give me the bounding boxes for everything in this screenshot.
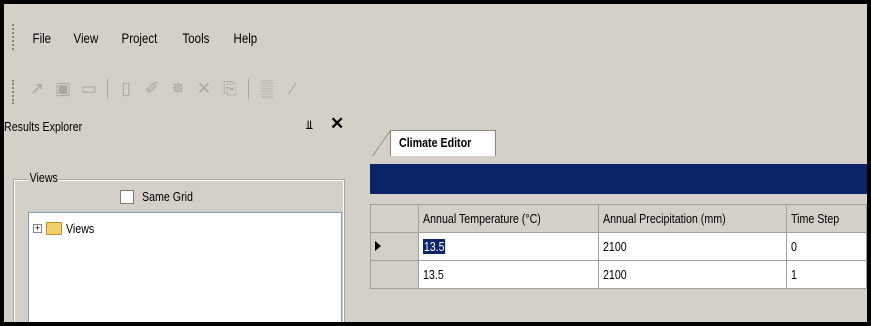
menu-items: File View Project Tools Help: [26, 30, 274, 46]
table-row[interactable]: 13.5 2100 1: [370, 260, 867, 289]
table-cell[interactable]: 2100: [598, 232, 787, 261]
tree-item-views[interactable]: + Views: [33, 221, 100, 236]
expand-icon[interactable]: +: [33, 224, 42, 233]
toolbar-separator: [107, 79, 108, 99]
table-cell[interactable]: 0: [786, 232, 867, 261]
column-header[interactable]: Annual Precipitation (mm): [598, 204, 787, 233]
header-row: Annual Temperature (°C) Annual Precipita…: [370, 204, 867, 233]
pin-icon[interactable]: ⫫: [306, 118, 313, 133]
delete-icon[interactable]: ✕: [193, 78, 215, 100]
save-icon[interactable]: ▣: [52, 78, 74, 100]
tab-label: Climate Editor: [399, 135, 472, 150]
current-row-icon: [375, 241, 381, 251]
same-grid-checkbox[interactable]: [120, 190, 134, 204]
folder-icon[interactable]: ▭: [78, 78, 100, 100]
menu-tools[interactable]: Tools: [176, 30, 218, 46]
folder-icon: [46, 222, 62, 235]
menu-file[interactable]: File: [26, 30, 59, 46]
table-cell[interactable]: 13.5: [418, 260, 599, 289]
menu-grip[interactable]: [12, 24, 15, 50]
panel-title: Results Explorer: [4, 119, 83, 134]
tree-item-label: Views: [66, 221, 95, 236]
views-group-label: Views: [28, 170, 60, 185]
editor-panel: Climate Editor Annual Temperature (°C) A…: [362, 114, 867, 322]
menu-view[interactable]: View: [67, 30, 106, 46]
copy-icon[interactable]: ⎘: [219, 78, 241, 100]
row-header[interactable]: [370, 260, 419, 289]
column-header[interactable]: Annual Temperature (°C): [418, 204, 599, 233]
app-window: File View Project Tools Help ↗ ▣ ▭ ▯ ✐ ✵…: [4, 4, 867, 322]
toolbar-grip[interactable]: [12, 80, 15, 104]
panel-header: Results Explorer ⫫ ✕: [4, 114, 358, 138]
close-icon[interactable]: ✕: [330, 114, 344, 134]
tab-climate-editor[interactable]: Climate Editor: [390, 130, 497, 156]
grid-caption-bar: [370, 164, 867, 194]
table-cell[interactable]: 13.5: [418, 232, 599, 261]
row-header[interactable]: [370, 232, 419, 261]
run-icon[interactable]: ✵: [167, 78, 189, 100]
toolbar: ↗ ▣ ▭ ▯ ✐ ✵ ✕ ⎘ ▒ ∕: [4, 76, 867, 108]
wand-icon[interactable]: ✐: [141, 78, 163, 100]
menu-help[interactable]: Help: [227, 30, 265, 46]
climate-grid[interactable]: Annual Temperature (°C) Annual Precipita…: [370, 204, 867, 289]
column-header[interactable]: Time Step: [786, 204, 867, 233]
open-icon[interactable]: ↗: [26, 78, 48, 100]
table-row[interactable]: 13.5 2100 0: [370, 232, 867, 261]
corner-cell[interactable]: [370, 204, 419, 233]
same-grid-label: Same Grid: [142, 189, 193, 204]
new-icon[interactable]: ▯: [115, 78, 137, 100]
edit-icon[interactable]: ∕: [282, 78, 304, 100]
chart-icon[interactable]: ▒: [256, 78, 278, 100]
views-tree[interactable]: + Views: [28, 212, 342, 322]
menu-project[interactable]: Project: [115, 30, 165, 46]
toolbar-separator: [248, 79, 249, 99]
table-cell[interactable]: 2100: [598, 260, 787, 289]
menu-bar: File View Project Tools Help: [4, 4, 867, 60]
table-cell[interactable]: 1: [786, 260, 867, 289]
